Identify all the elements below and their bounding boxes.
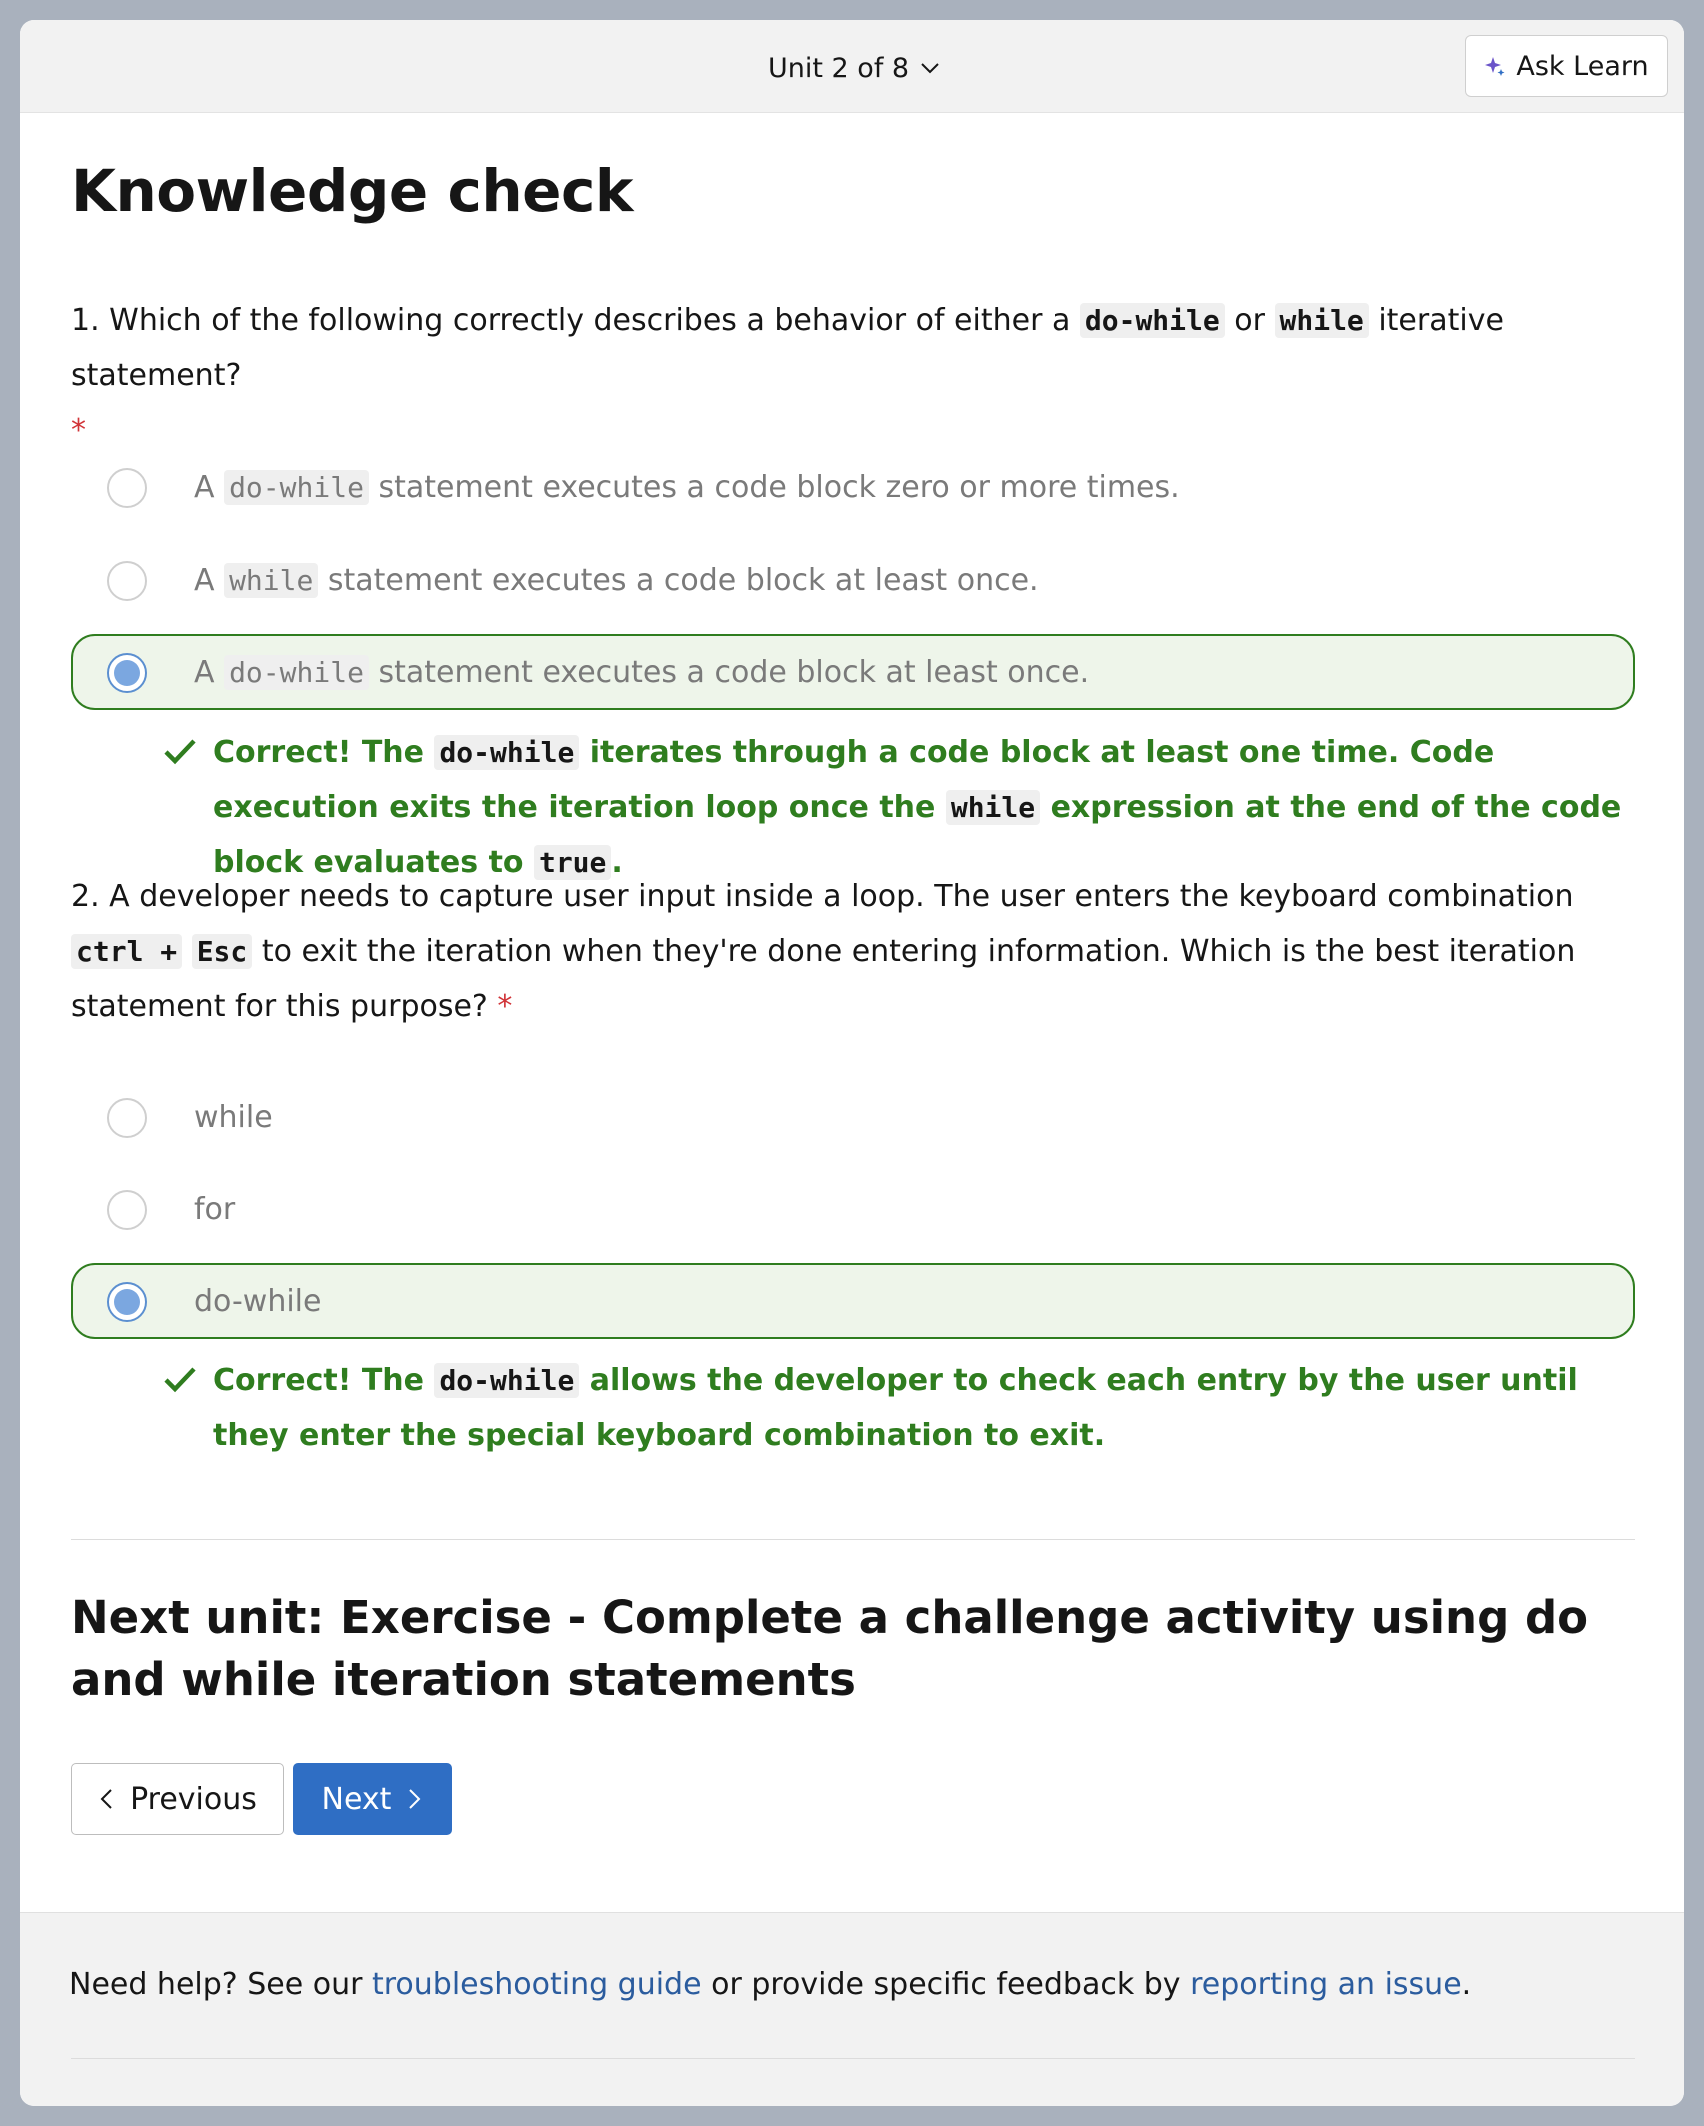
app-window: Unit 2 of 8 Ask Learn Knowledge check 1.… xyxy=(20,20,1684,2106)
q1-option-1[interactable]: A do-while statement executes a code blo… xyxy=(71,449,1635,525)
next-button[interactable]: Next xyxy=(293,1763,452,1835)
option-label: A while statement executes a code block … xyxy=(194,562,1039,598)
previous-label: Previous xyxy=(130,1781,257,1817)
footer: Need help? See our troubleshooting guide… xyxy=(20,1912,1684,2106)
chevron-down-icon xyxy=(921,63,939,74)
unit-label: Unit 2 of 8 xyxy=(768,52,910,84)
checkmark-icon xyxy=(164,1367,196,1393)
checkmark-icon xyxy=(164,739,196,765)
question-text: 2. A developer needs to capture user inp… xyxy=(71,879,1574,914)
inline-code: ctrl + xyxy=(71,934,183,969)
question-2-prompt: 2. A developer needs to capture user inp… xyxy=(71,869,1635,1034)
question-text: 1. Which of the following correctly desc… xyxy=(71,303,1080,338)
unit-selector[interactable]: Unit 2 of 8 xyxy=(768,48,941,88)
sparkle-icon xyxy=(1485,57,1505,76)
required-mark: * xyxy=(71,413,86,448)
radio-button[interactable] xyxy=(107,561,147,601)
question-1-prompt: 1. Which of the following correctly desc… xyxy=(71,293,1635,458)
option-label: A do-while statement executes a code blo… xyxy=(194,654,1090,690)
help-text: Need help? See our troubleshooting guide… xyxy=(69,1967,1472,2002)
q1-feedback: Correct! The do-while iterates through a… xyxy=(163,725,1635,890)
chevron-right-icon xyxy=(409,1789,421,1809)
q2-option-3[interactable]: do-while xyxy=(71,1263,1635,1339)
page-title: Knowledge check xyxy=(71,157,633,225)
previous-button[interactable]: Previous xyxy=(71,1763,284,1835)
option-label: do-while xyxy=(194,1283,322,1319)
q1-option-3[interactable]: A do-while statement executes a code blo… xyxy=(71,634,1635,710)
ask-learn-button[interactable]: Ask Learn xyxy=(1465,35,1668,97)
top-bar: Unit 2 of 8 Ask Learn xyxy=(20,20,1684,113)
troubleshooting-guide-link[interactable]: troubleshooting guide xyxy=(372,1967,702,2002)
option-label: A do-while statement executes a code blo… xyxy=(194,469,1180,505)
radio-button[interactable] xyxy=(107,468,147,508)
next-label: Next xyxy=(321,1781,392,1817)
divider xyxy=(71,2058,1635,2059)
option-label: for xyxy=(194,1191,236,1227)
q2-option-1[interactable]: while xyxy=(71,1079,1635,1155)
option-label: while xyxy=(194,1099,273,1135)
chevron-left-icon xyxy=(100,1789,112,1809)
question-text: to exit the iteration when they're done … xyxy=(71,934,1576,1024)
q2-feedback: Correct! The do-while allows the develop… xyxy=(163,1353,1635,1463)
inline-code: while xyxy=(1274,303,1369,338)
required-mark: * xyxy=(497,989,513,1024)
divider xyxy=(71,1539,1635,1540)
next-unit-title: Next unit: Exercise - Complete a challen… xyxy=(71,1591,1589,1706)
radio-button[interactable] xyxy=(107,1098,147,1138)
inline-code: do-while xyxy=(1079,303,1225,338)
ask-learn-label: Ask Learn xyxy=(1516,50,1649,82)
question-text: or xyxy=(1224,303,1275,338)
radio-button-selected[interactable] xyxy=(107,653,147,693)
radio-button[interactable] xyxy=(107,1190,147,1230)
q1-option-2[interactable]: A while statement executes a code block … xyxy=(71,542,1635,618)
report-issue-link[interactable]: reporting an issue xyxy=(1190,1967,1462,2002)
q2-option-2[interactable]: for xyxy=(71,1171,1635,1247)
inline-code: Esc xyxy=(191,934,253,969)
radio-button-selected[interactable] xyxy=(107,1282,147,1322)
